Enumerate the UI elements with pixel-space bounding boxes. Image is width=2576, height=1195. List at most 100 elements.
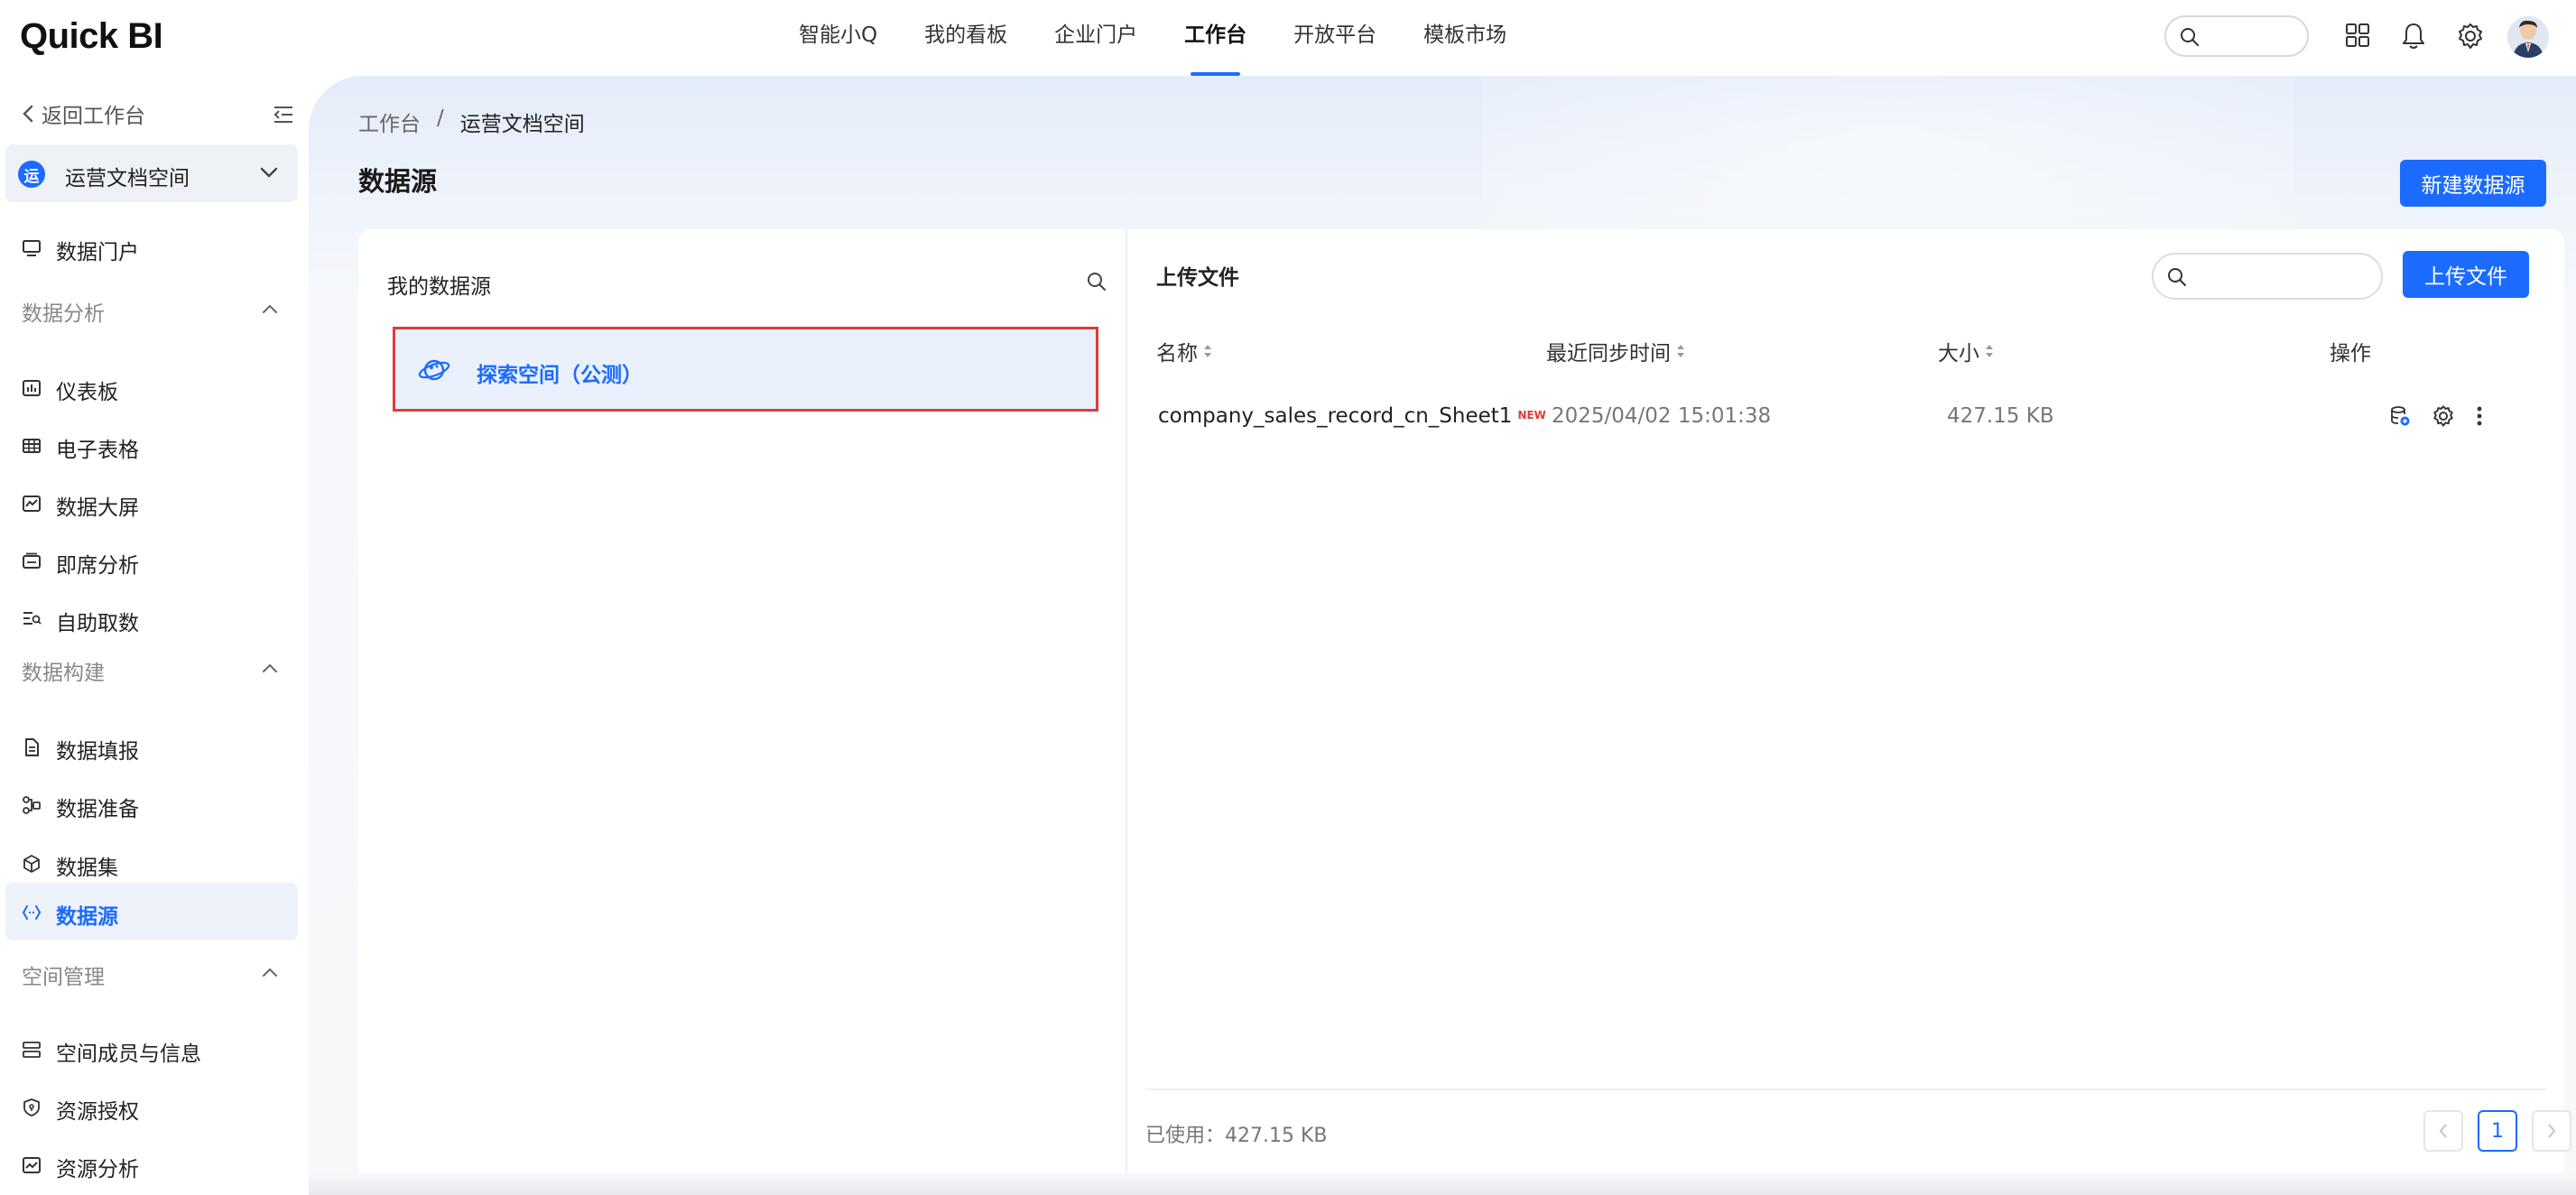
back-to-workbench-link[interactable]: 返回工作台 — [22, 96, 294, 132]
nav-item-smart-q[interactable]: 智能小Q — [799, 0, 877, 76]
sidebar-item-resource-analysis[interactable]: 资源分析 — [5, 1135, 298, 1193]
chevron-up-icon — [262, 303, 278, 314]
new-data-source-button[interactable]: 新建数据源 — [2400, 160, 2546, 207]
sidebar-item-spreadsheet[interactable]: 电子表格 — [5, 416, 298, 474]
search-icon — [2179, 26, 2201, 48]
sidebar-item-dashboard[interactable]: 仪表板 — [5, 358, 298, 416]
sidebar-group-space-management[interactable]: 空间管理 — [22, 954, 294, 990]
column-header-name[interactable]: 名称 — [1156, 336, 1212, 366]
sidebar-item-label: 数据填报 — [56, 740, 139, 764]
search-icon[interactable] — [1086, 271, 1107, 292]
cube-icon — [22, 854, 42, 874]
create-dataset-icon[interactable] — [2388, 404, 2412, 428]
pagination: 1 — [2423, 1110, 2571, 1152]
document-icon — [22, 737, 42, 757]
table-row[interactable]: company_sales_record_cn_Sheet1 NEW 2025/0… — [1156, 392, 2528, 446]
storage-used: 已使用：427.15 KB — [1145, 1125, 1328, 1147]
nav-item-enterprise-portal[interactable]: 企业门户 — [1054, 0, 1137, 76]
row-actions — [2388, 404, 2484, 428]
sort-icon — [1985, 344, 1994, 358]
nav-item-my-dashboards[interactable]: 我的看板 — [924, 0, 1007, 76]
sidebar-item-label: 空间成员与信息 — [56, 1042, 201, 1066]
column-header-ops: 操作 — [2330, 336, 2371, 366]
nav-item-workbench[interactable]: 工作台 — [1184, 0, 1246, 76]
panel-title: 我的数据源 — [387, 275, 491, 299]
column-header-sync-time[interactable]: 最近同步时间 — [1546, 336, 1685, 366]
panel-title: 上传文件 — [1156, 266, 1239, 290]
notification-bell-icon[interactable] — [2400, 22, 2427, 51]
sort-icon — [1203, 344, 1212, 358]
settings-gear-icon[interactable] — [2432, 404, 2455, 428]
file-search[interactable] — [2152, 253, 2383, 300]
space-selector[interactable]: 运 运营文档空间 — [5, 144, 298, 202]
flow-nodes-icon — [22, 795, 42, 815]
sidebar-item-label: 数据大屏 — [56, 496, 139, 520]
sidebar-item-data-fill[interactable]: 数据填报 — [5, 718, 298, 775]
settings-gear-icon[interactable] — [2456, 22, 2485, 51]
page-number-button[interactable]: 1 — [2478, 1110, 2517, 1152]
sidebar-item-label: 资源授权 — [56, 1100, 139, 1124]
bottom-edge — [309, 1173, 2576, 1195]
file-name-cell[interactable]: company_sales_record_cn_Sheet1 NEW — [1158, 404, 1546, 428]
data-source-label: 探索空间（公测） — [477, 364, 643, 387]
sync-time-cell: 2025/04/02 15:01:38 — [1552, 404, 1772, 428]
upload-files-panel: 上传文件 上传文件 名称 最近同步时间 大小 操作 company_sales_… — [1127, 229, 2571, 1186]
sidebar-item-space-members[interactable]: 空间成员与信息 — [5, 1020, 298, 1078]
sidebar-item-label: 仪表板 — [56, 381, 118, 404]
new-badge: NEW — [1517, 409, 1546, 421]
line-chart-icon — [22, 494, 42, 514]
my-data-sources-panel: 我的数据源 探索空间（公测） — [358, 229, 1127, 1186]
apps-grid-icon[interactable] — [2344, 22, 2371, 49]
data-source-item[interactable]: 探索空间（公测） — [393, 327, 1098, 412]
data-source-icon — [22, 903, 42, 922]
sidebar-item-self-service-fetch[interactable]: 自助取数 — [5, 589, 298, 647]
dashboard-icon — [22, 378, 42, 398]
file-search-input[interactable] — [2195, 265, 2372, 289]
more-vertical-icon[interactable] — [2475, 404, 2484, 428]
breadcrumb: 工作台 / 运营文档空间 — [358, 107, 585, 137]
sidebar-item-resource-auth[interactable]: 资源授权 — [5, 1078, 298, 1135]
sidebar-item-label: 即席分析 — [56, 554, 139, 578]
sidebar-item-data-prep[interactable]: 数据准备 — [5, 775, 298, 833]
sidebar-item-data-portal[interactable]: 数据门户 — [5, 218, 298, 276]
column-label: 操作 — [2330, 342, 2371, 366]
upload-file-button[interactable]: 上传文件 — [2403, 251, 2529, 298]
quick-bi-logo[interactable]: Quick BI — [20, 16, 163, 57]
nav-item-open-platform[interactable]: 开放平台 — [1293, 0, 1376, 76]
prev-page-button[interactable] — [2423, 1110, 2463, 1152]
column-header-size[interactable]: 大小 — [1938, 336, 1994, 366]
column-label: 大小 — [1938, 342, 1979, 366]
next-page-button[interactable] — [2532, 1110, 2571, 1152]
collapse-sidebar-icon[interactable] — [273, 105, 294, 125]
planet-icon — [417, 355, 451, 385]
search-icon — [2166, 266, 2188, 288]
sort-icon — [1676, 344, 1685, 358]
sidebar-group-data-build[interactable]: 数据构建 — [22, 650, 294, 686]
column-label: 名称 — [1156, 342, 1198, 366]
sidebar-item-label: 数据源 — [56, 905, 118, 929]
chevron-down-icon — [260, 166, 278, 179]
sidebar-item-data-screen[interactable]: 数据大屏 — [5, 474, 298, 532]
sidebar-item-label: 数据门户 — [56, 241, 139, 264]
breadcrumb-current: 运营文档空间 — [459, 113, 585, 136]
top-navigation-bar: Quick BI 智能小Q 我的看板 企业门户 工作台 开放平台 模板市场 — [0, 0, 2576, 76]
group-label: 数据构建 — [22, 662, 105, 685]
sidebar-item-data-source[interactable]: 数据源 — [5, 883, 298, 940]
chevron-up-icon — [262, 967, 278, 977]
main-nav: 智能小Q 我的看板 企业门户 工作台 开放平台 模板市场 — [799, 0, 1506, 76]
sidebar-item-adhoc-analysis[interactable]: 即席分析 — [5, 532, 298, 589]
chevron-left-icon — [22, 104, 34, 124]
chevron-up-icon — [262, 662, 278, 673]
global-search-input[interactable] — [2206, 24, 2300, 48]
breadcrumb-root[interactable]: 工作台 — [358, 107, 421, 137]
stack-icon — [22, 1040, 42, 1060]
breadcrumb-separator: / — [437, 107, 444, 130]
trend-chart-icon — [22, 1155, 42, 1175]
user-avatar[interactable] — [2507, 16, 2549, 58]
size-cell: 427.15 KB — [1947, 404, 2054, 428]
nav-item-template-market[interactable]: 模板市场 — [1423, 0, 1506, 76]
global-search[interactable] — [2164, 15, 2309, 57]
sidebar-group-data-analysis[interactable]: 数据分析 — [22, 291, 294, 327]
sidebar-item-label: 资源分析 — [56, 1158, 139, 1181]
sidebar-item-label: 自助取数 — [56, 612, 139, 635]
